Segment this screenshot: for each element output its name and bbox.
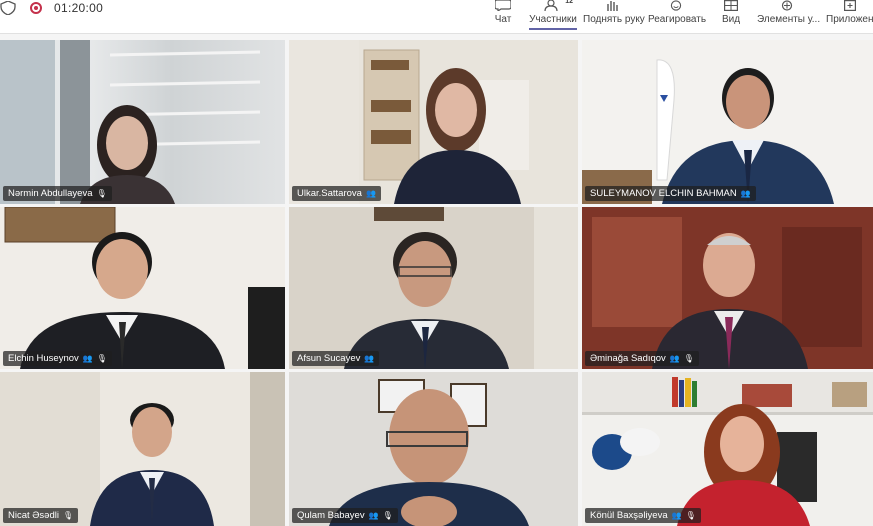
video-tile[interactable]: Nərmin Abdullayeva 🎙 — [0, 40, 285, 204]
meeting-status: 01:20:00 — [0, 0, 103, 16]
video-tile[interactable]: Əminağa Sadıqov 👥 🎙 — [582, 207, 873, 369]
video-tile[interactable]: Könül Baxşəliyeva 👥 🎙 — [582, 372, 873, 526]
mic-off-icon: 🎙 — [683, 354, 694, 363]
participant-video — [0, 372, 285, 526]
apps-button[interactable]: Приложен — [826, 0, 873, 33]
participant-name: Əminağa Sadıqov — [590, 353, 666, 364]
video-tile[interactable]: Nicat Əsədli 🎙 — [0, 372, 285, 526]
react-label: Реагировать — [648, 14, 707, 25]
video-tile-active[interactable]: Afsun Sucayev 👥 — [289, 207, 578, 369]
people-icon — [544, 0, 558, 11]
participant-video — [289, 372, 578, 526]
view-label: Вид — [721, 14, 741, 25]
chat-label: Чат — [494, 14, 512, 25]
mic-off-icon: 🎙 — [96, 354, 107, 363]
mic-off-icon: 🎙 — [382, 511, 393, 520]
chat-icon — [495, 0, 511, 11]
participant-video — [289, 40, 529, 204]
video-tile[interactable]: SULEYMANOV ELCHIN BAHMAN 👥 — [582, 40, 873, 204]
participant-name-tag: Könül Baxşəliyeva 👥 🎙 — [585, 508, 701, 523]
react-button[interactable]: Реагировать — [648, 0, 707, 33]
participant-name-tag: Nicat Əsədli 🎙 — [3, 508, 79, 523]
meeting-timer: 01:20:00 — [54, 1, 104, 15]
participant-name-tag: Əminağa Sadıqov 👥 🎙 — [585, 351, 699, 366]
participant-video — [0, 40, 261, 204]
participant-name: Afsun Sucayev — [297, 353, 361, 364]
participants-count-badge: 12 — [565, 0, 573, 5]
shield-icon — [0, 1, 16, 15]
presenter-icon: 👥 — [671, 511, 682, 520]
participant-name: SULEYMANOV ELCHIN BAHMAN — [590, 188, 737, 199]
participant-name-tag: Ulkar.Sattarova 👥 — [292, 186, 381, 201]
participants-label: Участники — [529, 14, 577, 30]
mic-off-icon: 🎙 — [685, 511, 696, 520]
view-button[interactable]: Вид — [719, 0, 743, 33]
participants-button[interactable]: 12 Участники — [529, 0, 577, 33]
presenter-icon: 👥 — [368, 511, 379, 520]
participant-video — [582, 372, 873, 526]
video-tile[interactable]: Ulkar.Sattarova 👥 — [289, 40, 578, 204]
presenter-icon: 👥 — [365, 189, 376, 198]
raise-hand-button[interactable]: Поднять руку — [583, 0, 645, 33]
participant-video — [582, 40, 873, 204]
presenter-icon: 👥 — [82, 354, 93, 363]
layout-icon — [724, 0, 738, 11]
elements-button[interactable]: Элементы у... — [757, 0, 821, 33]
add-app-icon — [843, 0, 856, 11]
recording-icon — [30, 2, 42, 14]
chat-button[interactable]: Чат — [490, 0, 516, 33]
participant-name: Ulkar.Sattarova — [297, 188, 362, 199]
participant-name-tag: Nərmin Abdullayeva 🎙 — [3, 186, 112, 201]
participant-name: Nərmin Abdullayeva — [8, 188, 93, 199]
participant-name: Elchin Huseynov — [8, 353, 79, 364]
apps-grid-icon — [781, 0, 793, 11]
video-grid: Nərmin Abdullayeva 🎙 Ulkar.Sattarova 👥 S… — [0, 37, 873, 526]
participant-name: Qulam Babayev — [297, 510, 365, 521]
mic-off-icon: 🎙 — [96, 189, 107, 198]
video-tile[interactable]: Qulam Babayev 👥 🎙 — [289, 372, 578, 526]
participant-video — [0, 207, 285, 369]
video-tile[interactable]: Elchin Huseynov 👥 🎙 — [0, 207, 285, 369]
participant-video — [582, 207, 873, 369]
elements-label: Элементы у... — [757, 14, 821, 25]
participant-name-tag: Elchin Huseynov 👥 🎙 — [3, 351, 112, 366]
participant-video — [289, 207, 578, 369]
smiley-icon — [670, 0, 682, 11]
participant-name-tag: SULEYMANOV ELCHIN BAHMAN 👥 — [585, 186, 756, 201]
apps-label: Приложен — [826, 14, 873, 25]
participant-name: Nicat Əsədli — [8, 510, 59, 521]
mic-off-icon: 🎙 — [62, 511, 74, 520]
meeting-toolbar: 01:20:00 Чат 12 Участники Поднять руку Р… — [0, 0, 873, 34]
presenter-icon: 👥 — [740, 189, 751, 198]
participant-name-tag: Qulam Babayev 👥 🎙 — [292, 508, 398, 523]
raise-hand-label: Поднять руку — [583, 14, 645, 25]
presenter-icon: 👥 — [364, 354, 375, 363]
presenter-icon: 👥 — [669, 354, 680, 363]
participant-name: Könül Baxşəliyeva — [590, 510, 668, 521]
hand-icon — [607, 1, 618, 11]
participant-name-tag: Afsun Sucayev 👥 — [292, 351, 380, 366]
